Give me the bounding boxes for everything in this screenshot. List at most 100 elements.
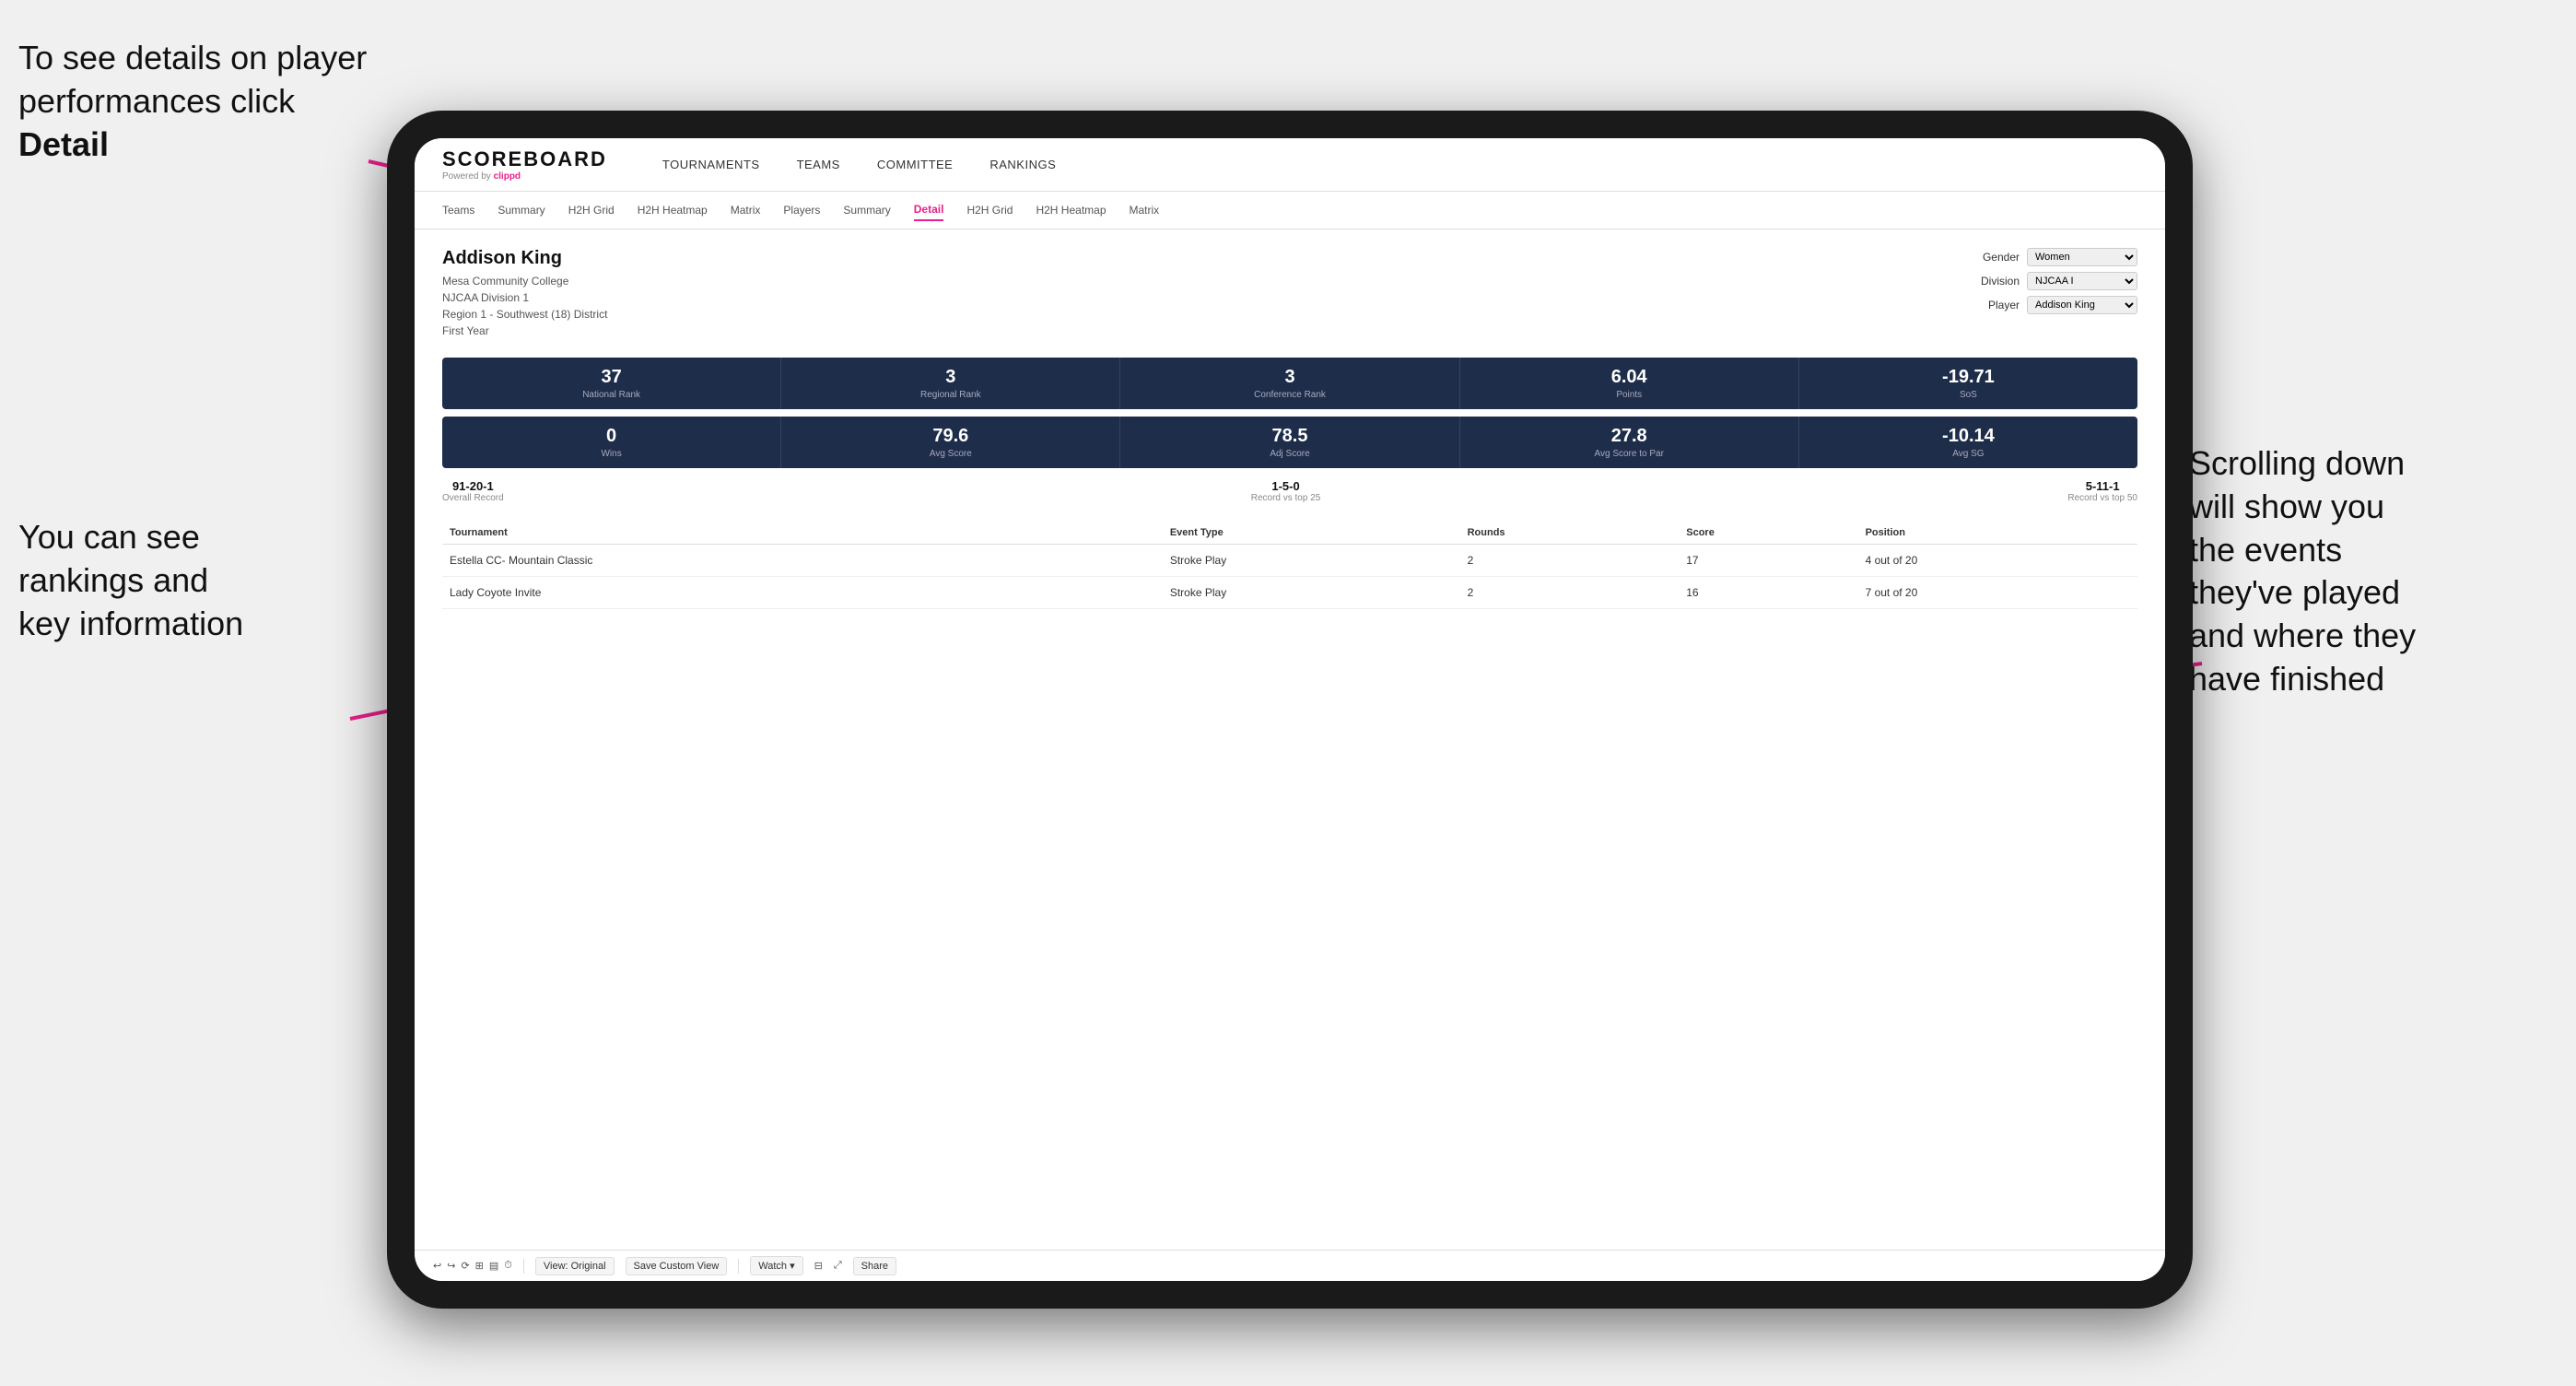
stat-value: 6.04 [1468,367,1791,388]
annotation-r4: they've played [2189,573,2400,611]
annotation-detail-bold: Detail [18,125,109,163]
stat-label: Regional Rank [789,390,1112,400]
save-custom-view-btn[interactable]: Save Custom View [626,1257,728,1275]
subnav-matrix[interactable]: Matrix [731,200,761,220]
record-item: 91-20-1Overall Record [442,479,504,503]
stat-value: 78.5 [1128,426,1451,447]
subnav-h2h-grid[interactable]: H2H Grid [568,200,615,220]
sub-nav: Teams Summary H2H Grid H2H Heatmap Matri… [415,192,2165,229]
event-type: Stroke Play [1163,545,1460,577]
subnav-detail[interactable]: Detail [914,199,944,221]
tournament-name: Estella CC- Mountain Classic [442,545,1101,577]
clock-icon[interactable]: ⏱ [504,1260,512,1272]
division-filter: Division NJCAA I [1981,272,2137,290]
stat-cell-adj-score: 78.5 Adj Score [1120,417,1459,468]
player-select[interactable]: Addison King [2027,296,2137,314]
record-value: 91-20-1 [442,479,504,493]
player-division: NJCAA Division 1 [442,289,607,306]
event-type: Stroke Play [1163,577,1460,609]
score: 16 [1679,577,1857,609]
player-header: Addison King Mesa Community College NJCA… [442,248,2137,339]
logo-powered: Powered by clippd [442,171,607,182]
stat-label: SoS [1807,390,2130,400]
subnav-players[interactable]: Players [783,200,820,220]
tournament-empty [1101,545,1163,577]
nav-teams[interactable]: TEAMS [797,153,840,176]
annotation-bottom-left: You can see rankings and key information [18,516,313,645]
stat-cell-points: 6.04 Points [1460,358,1799,409]
subnav-teams[interactable]: Teams [442,200,474,220]
gender-select[interactable]: Women [2027,248,2137,266]
stats-row-2: 0Wins79.6Avg Score78.5Adj Score27.8Avg S… [442,417,2137,468]
stat-label: Avg Score [789,449,1112,459]
undo-icon[interactable]: ↩ [433,1260,441,1272]
score: 17 [1679,545,1857,577]
tournament-name: Lady Coyote Invite [442,577,1101,609]
nav-committee[interactable]: COMMITTEE [877,153,954,176]
annotation-bl3: key information [18,605,243,642]
stat-label: Wins [450,449,773,459]
toolbar-sep-2 [738,1259,739,1274]
record-value: 5-11-1 [2067,479,2137,493]
subnav-matrix2[interactable]: Matrix [1130,200,1160,220]
annotation-bl1: You can see [18,518,200,556]
watch-btn[interactable]: Watch ▾ [750,1256,802,1275]
rounds: 2 [1460,545,1680,577]
stat-cell-wins: 0Wins [442,417,781,468]
table-row[interactable]: Lady Coyote Invite Stroke Play 2 16 7 ou… [442,577,2137,609]
stat-cell-conference-rank: 3Conference Rank [1120,358,1459,409]
tablet-icon[interactable]: ⊟ [814,1260,823,1272]
col-rounds: Rounds [1460,522,1680,545]
tablet-screen: SCOREBOARD Powered by clippd TOURNAMENTS… [415,138,2165,1281]
nav-rankings[interactable]: RANKINGS [989,153,1056,176]
player-name: Addison King [442,248,607,269]
stat-label: Avg SG [1807,449,2130,459]
division-select[interactable]: NJCAA I [2027,272,2137,290]
tournament-empty [1101,577,1163,609]
player-year: First Year [442,323,607,339]
stat-label: Adj Score [1128,449,1451,459]
record-value: 1-5-0 [1251,479,1321,493]
stat-cell-avg-score: 79.6Avg Score [781,417,1120,468]
subnav-h2h-grid2[interactable]: H2H Grid [966,200,1013,220]
annotation-r1: Scrolling down [2189,444,2405,482]
player-filter: Player Addison King [1988,296,2137,314]
annotation-right: Scrolling down will show you the events … [2189,442,2558,701]
col-tournament: Tournament [442,522,1101,545]
stat-label: National Rank [450,390,773,400]
stat-value: 3 [789,367,1112,388]
redo-icon[interactable]: ↪ [447,1260,455,1272]
record-label: Record vs top 50 [2067,493,2137,503]
refresh-icon[interactable]: ⟳ [461,1260,469,1272]
subnav-h2h-heatmap2[interactable]: H2H Heatmap [1036,200,1106,220]
gender-filter: Gender Women [1983,248,2137,266]
col-position: Position [1858,522,2137,545]
subnav-summary2[interactable]: Summary [843,200,890,220]
toolbar-history: ↩ ↪ ⟳ ⊞ ▤ ⏱ [433,1260,512,1272]
annotation-r6: have finished [2189,660,2384,698]
record-label: Record vs top 25 [1251,493,1321,503]
view-original-btn[interactable]: View: Original [535,1257,615,1275]
fullscreen-icon[interactable]: ⤢ [834,1260,842,1272]
stat-cell-regional-rank: 3 Regional Rank [781,358,1120,409]
table-row[interactable]: Estella CC- Mountain Classic Stroke Play… [442,545,2137,577]
col-event-type: Event Type [1163,522,1460,545]
subnav-h2h-heatmap[interactable]: H2H Heatmap [638,200,708,220]
stat-label: Avg Score to Par [1468,449,1791,459]
tournament-table: Tournament Event Type Rounds Score Posit… [442,522,2137,609]
bottom-toolbar: ↩ ↪ ⟳ ⊞ ▤ ⏱ View: Original Save Custom V… [415,1250,2165,1281]
share-btn[interactable]: Share [853,1257,896,1275]
layout-icon[interactable]: ▤ [489,1260,498,1272]
position: 4 out of 20 [1858,545,2137,577]
col-empty [1101,522,1163,545]
top-nav: SCOREBOARD Powered by clippd TOURNAMENTS… [415,138,2165,192]
player-school: Mesa Community College [442,273,607,289]
player-region: Region 1 - Southwest (18) District [442,306,607,323]
stat-label: Points [1468,390,1791,400]
stat-cell-national-rank: 37National Rank [442,358,781,409]
main-content[interactable]: Addison King Mesa Community College NJCA… [415,229,2165,1250]
subnav-summary[interactable]: Summary [498,200,544,220]
nav-tournaments[interactable]: TOURNAMENTS [662,153,760,176]
division-label: Division [1981,275,2020,288]
grid-icon[interactable]: ⊞ [475,1260,484,1272]
